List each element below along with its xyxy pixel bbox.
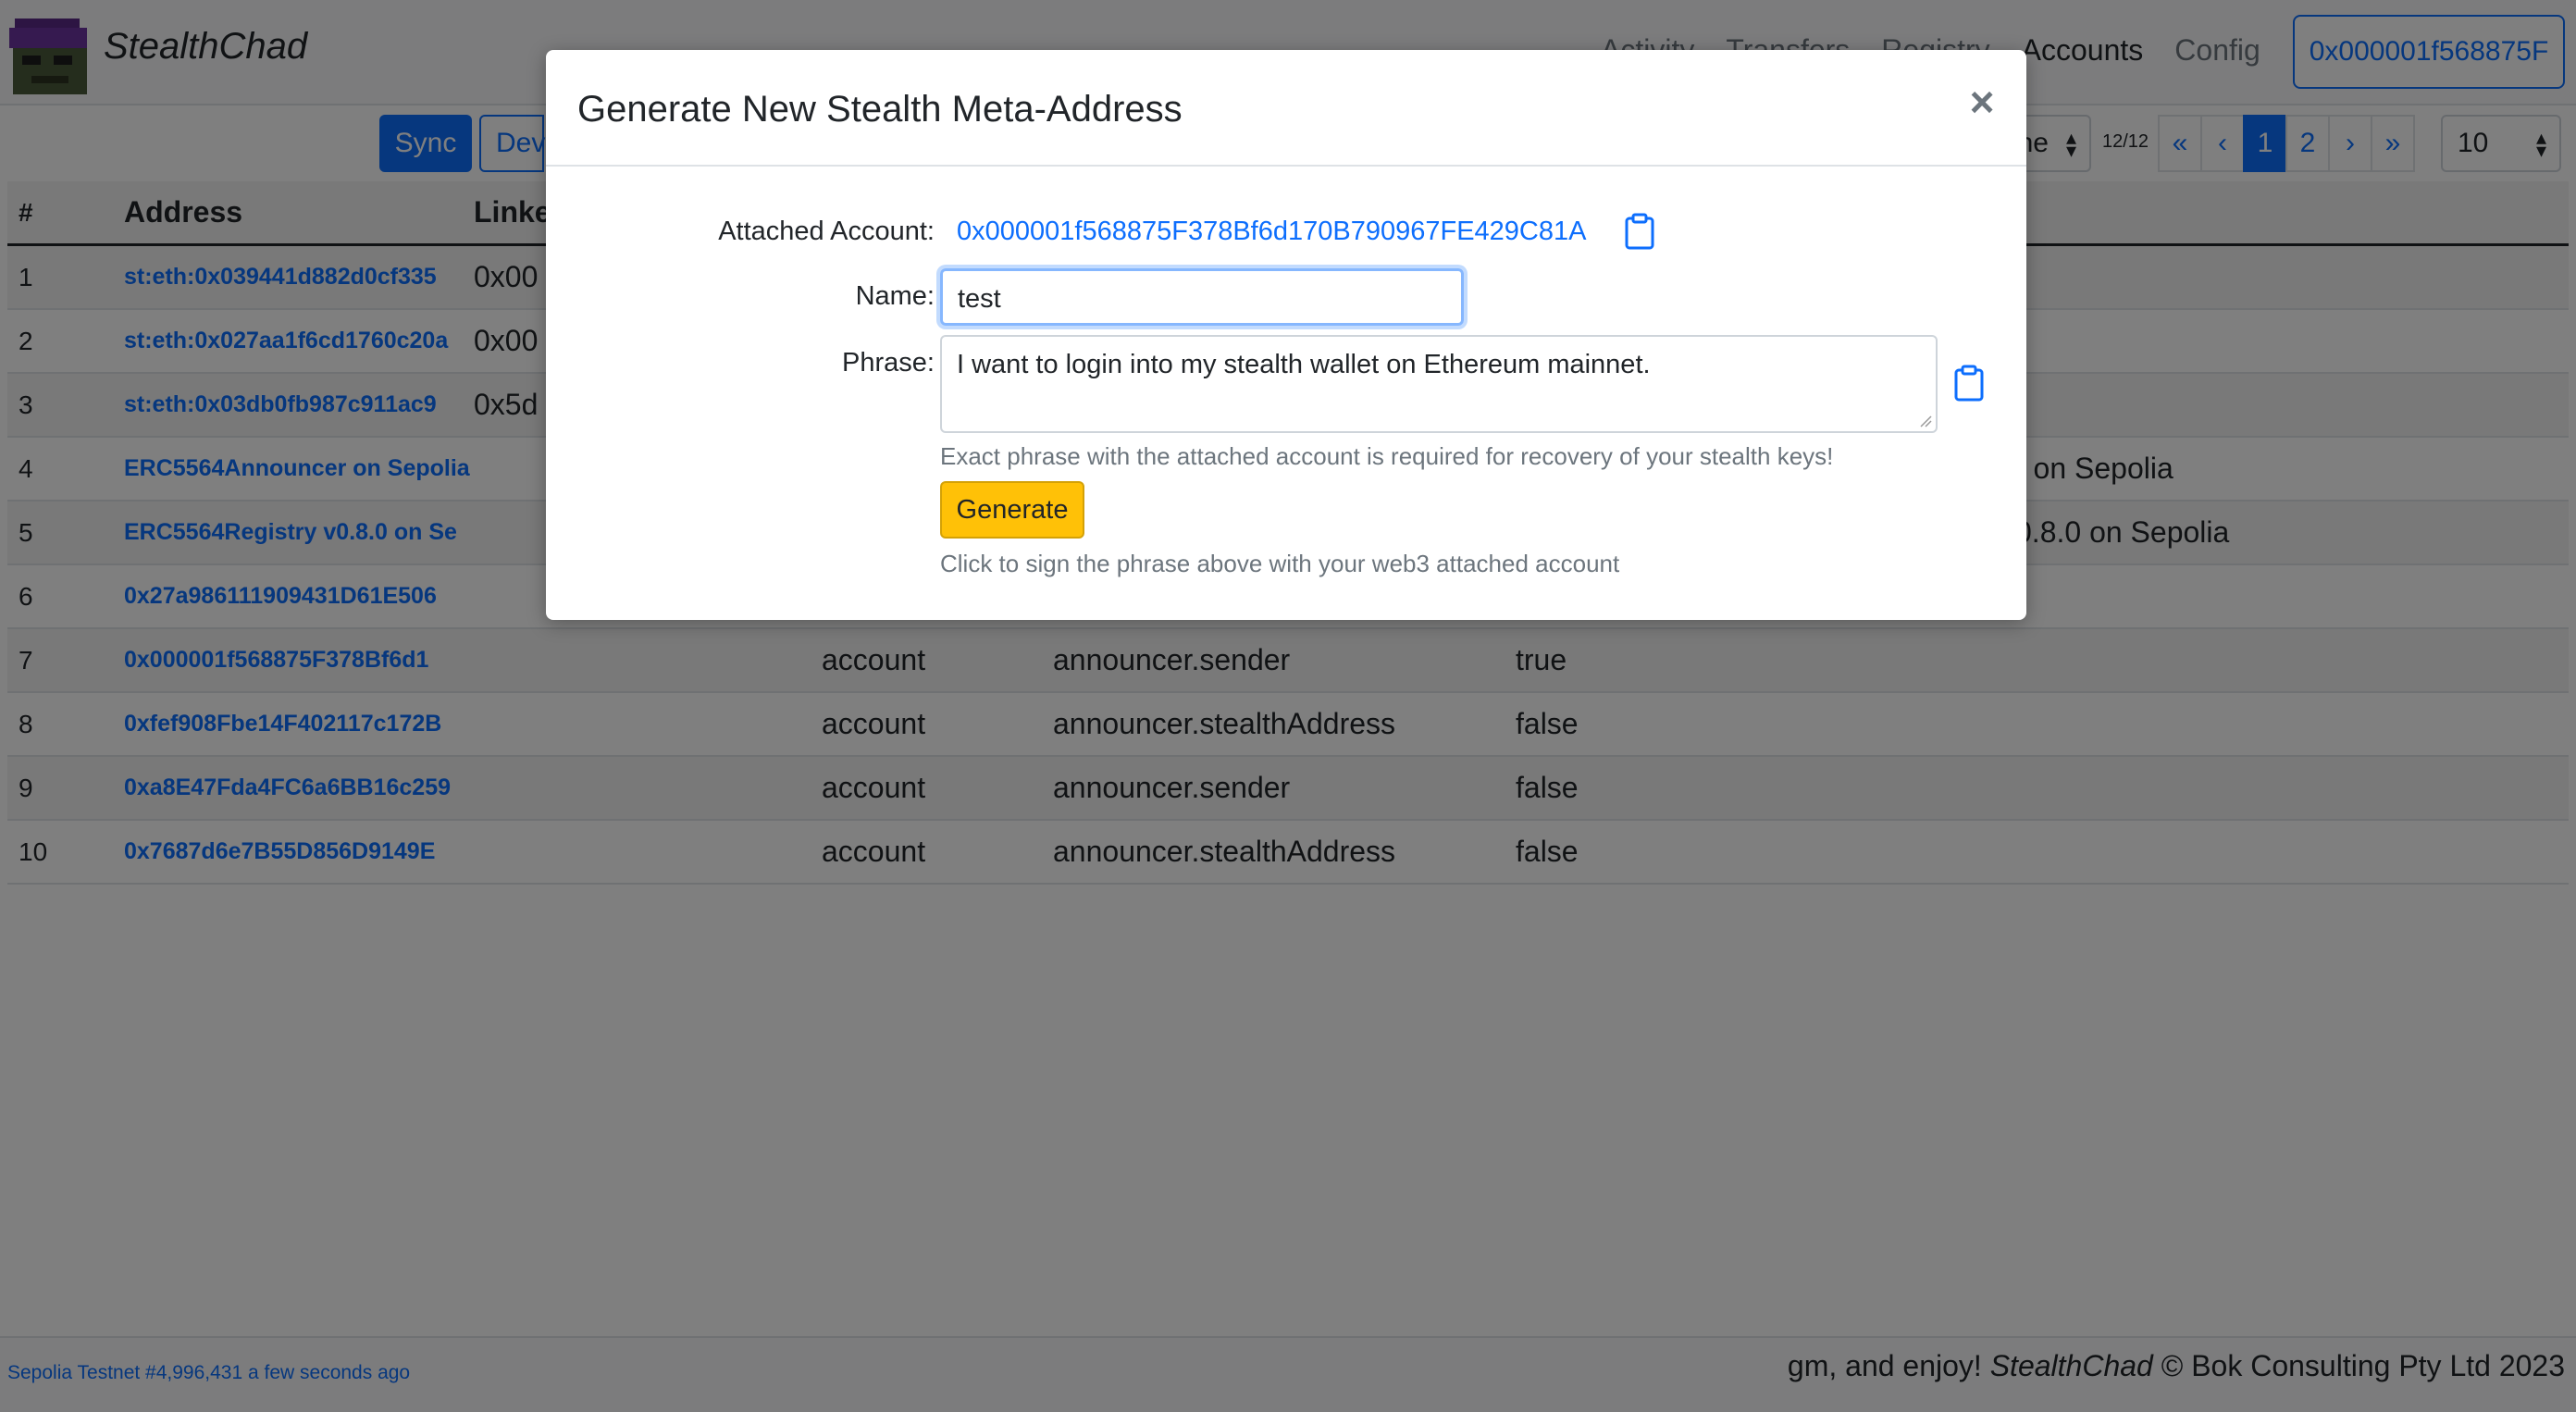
close-icon[interactable]: × [1963, 81, 2000, 123]
generate-help-text: Click to sign the phrase above with your… [940, 550, 1620, 577]
phrase-text: I want to login into my stealth wallet o… [957, 350, 1651, 379]
attached-account-label: Attached Account: [718, 217, 935, 246]
attached-account-link[interactable]: 0x000001f568875F378Bf6d170B790967FE429C8… [957, 217, 1586, 247]
name-input[interactable]: test [940, 268, 1464, 326]
generate-button[interactable]: Generate [940, 481, 1084, 539]
resize-grip-icon[interactable] [1919, 415, 1932, 427]
generate-meta-address-modal: Generate New Stealth Meta-Address × Atta… [546, 50, 2026, 620]
phrase-label: Phrase: [842, 348, 935, 378]
phrase-textarea[interactable]: I want to login into my stealth wallet o… [940, 335, 1938, 433]
name-label: Name: [855, 281, 935, 311]
clipboard-icon[interactable] [1952, 365, 1986, 402]
modal-title: Generate New Stealth Meta-Address [577, 89, 1183, 130]
phrase-help-text: Exact phrase with the attached account i… [940, 442, 1834, 470]
clipboard-icon[interactable] [1623, 213, 1656, 250]
modal-header: Generate New Stealth Meta-Address × [546, 50, 2026, 167]
